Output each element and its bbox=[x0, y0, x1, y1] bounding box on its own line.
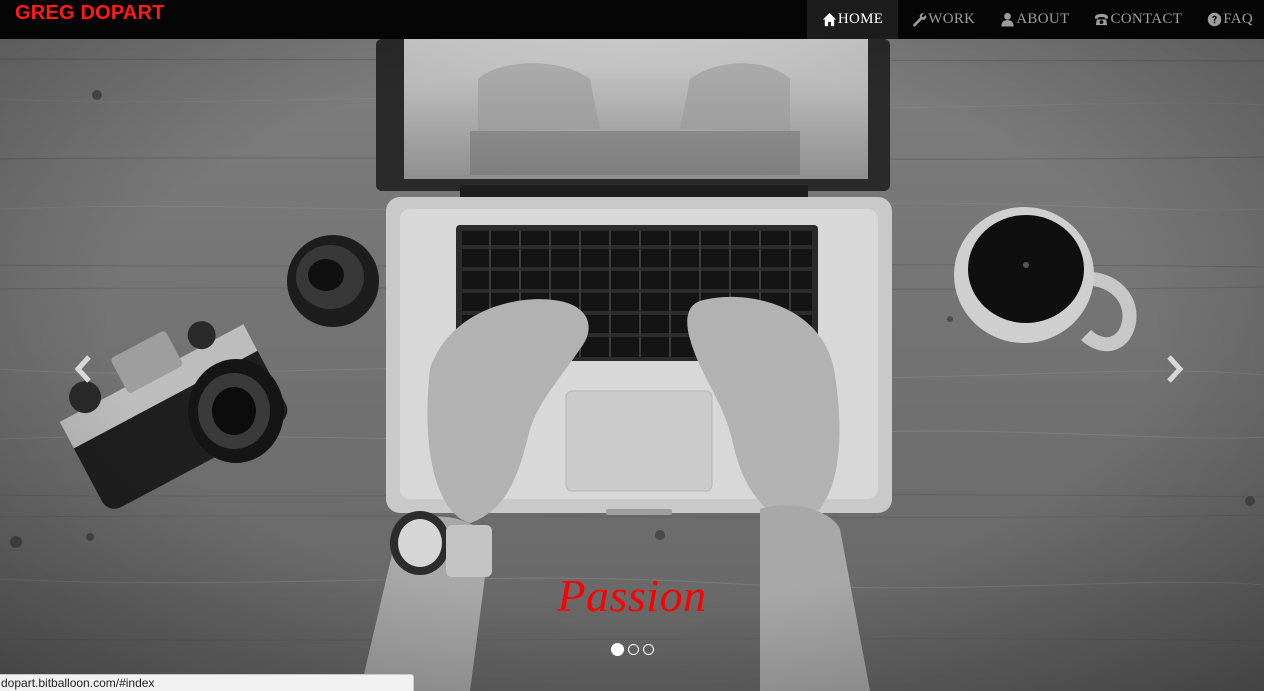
wrench-icon bbox=[913, 13, 927, 27]
browser-status-url: dopart.bitballoon.com/#index bbox=[0, 674, 414, 691]
nav-item-faq[interactable]: FAQ bbox=[1193, 0, 1264, 39]
navbar: GREG DOPART HOME WORK ABOUT CONTACT FAQ bbox=[0, 0, 1264, 39]
carousel-indicator-2[interactable] bbox=[627, 644, 639, 655]
nav-item-about[interactable]: ABOUT bbox=[986, 0, 1080, 39]
chevron-right-icon bbox=[1167, 355, 1184, 383]
nav-label-home: HOME bbox=[837, 11, 884, 27]
nav-label-faq: FAQ bbox=[1223, 11, 1253, 27]
nav-label-about: ABOUT bbox=[1016, 11, 1070, 27]
hero-carousel: Passion bbox=[0, 39, 1264, 691]
nav-item-contact[interactable]: CONTACT bbox=[1080, 0, 1193, 39]
nav-label-contact: CONTACT bbox=[1110, 11, 1183, 27]
brand-logo[interactable]: GREG DOPART bbox=[15, 1, 165, 25]
chevron-left-icon bbox=[74, 355, 91, 383]
carousel-indicator-3[interactable] bbox=[642, 644, 654, 655]
nav-item-work[interactable]: WORK bbox=[898, 0, 986, 39]
phone-icon bbox=[1095, 13, 1109, 26]
carousel-indicators bbox=[0, 643, 1264, 656]
question-circle-icon bbox=[1207, 12, 1222, 27]
nav-label-work: WORK bbox=[928, 11, 976, 27]
carousel-prev-control[interactable] bbox=[68, 349, 98, 389]
carousel-next-control[interactable] bbox=[1160, 349, 1190, 389]
user-icon bbox=[1001, 12, 1014, 27]
carousel-indicator-1[interactable] bbox=[610, 643, 624, 656]
nav-menu: HOME WORK ABOUT CONTACT FAQ bbox=[806, 0, 1264, 39]
home-icon bbox=[822, 12, 836, 27]
nav-item-home[interactable]: HOME bbox=[806, 0, 899, 39]
carousel-caption: Passion bbox=[557, 570, 707, 621]
